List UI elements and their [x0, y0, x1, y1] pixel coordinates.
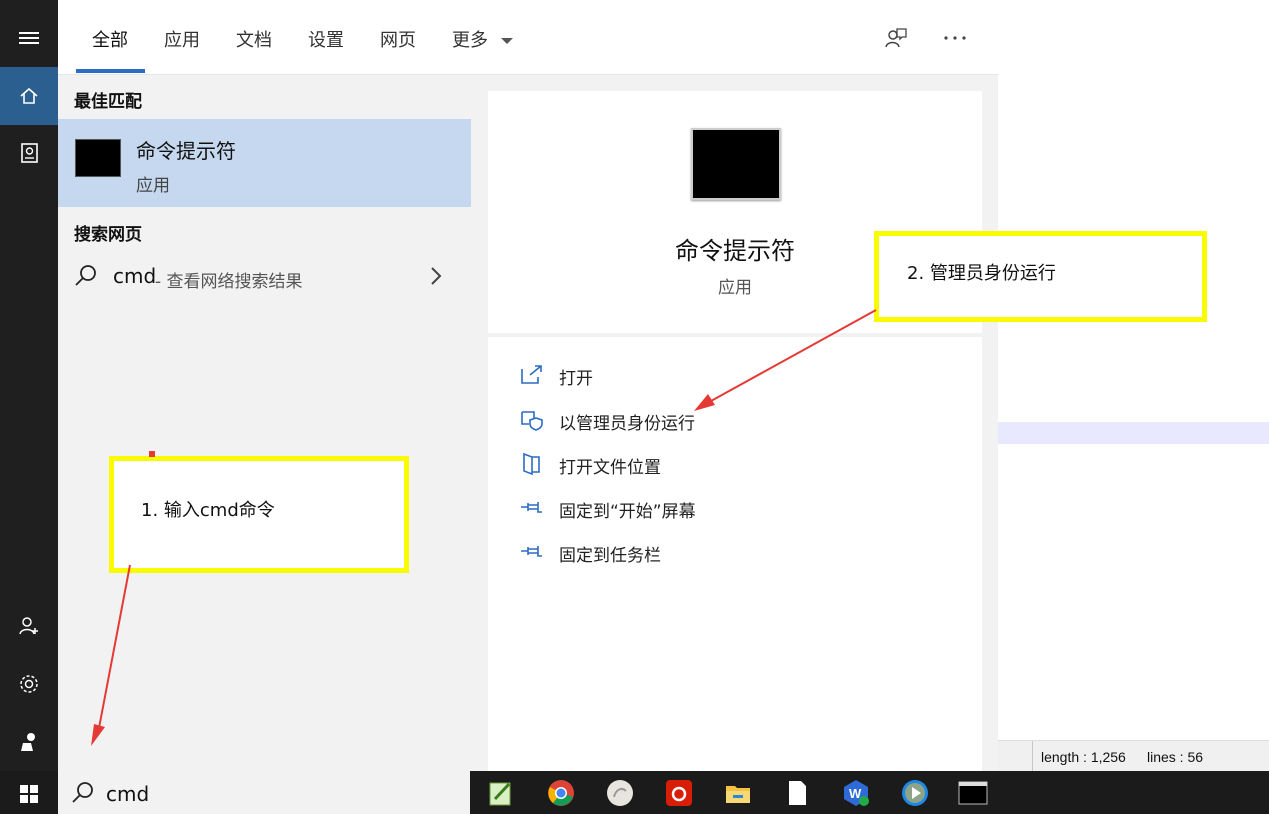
tab-apps[interactable]: 应用: [164, 26, 200, 52]
home-icon[interactable]: [0, 67, 58, 125]
cmd-app-icon: [75, 139, 121, 177]
tab-more[interactable]: 更多: [452, 26, 514, 52]
user-icon[interactable]: [0, 713, 58, 771]
action-open-label: 打开: [559, 369, 593, 389]
wps-icon[interactable]: W: [840, 777, 872, 809]
tab-documents[interactable]: 文档: [236, 26, 272, 52]
best-match-subtitle: 应用: [136, 176, 170, 196]
action-open-file-location[interactable]: 打开文件位置: [488, 447, 982, 481]
web-query-suffix: - 查看网络搜索结果: [155, 272, 303, 292]
netease-music-icon[interactable]: [663, 777, 695, 809]
best-match-item[interactable]: 命令提示符 应用: [58, 119, 471, 207]
chrome-icon[interactable]: [545, 777, 577, 809]
editor-status-bar: length : 1,256 lines : 56: [998, 740, 1269, 772]
terminal-icon[interactable]: [957, 777, 989, 809]
taskbar-search-box[interactable]: cmd: [58, 771, 470, 814]
pin-icon: [521, 502, 542, 513]
action-pin-to-taskbar-label: 固定到任务栏: [559, 546, 661, 566]
active-tab-indicator: [76, 69, 145, 73]
web-search-heading: 搜索网页: [74, 225, 142, 245]
annotation-note-1: 1. 输入cmd命令: [109, 456, 409, 573]
results-panel: 最佳匹配 命令提示符 应用 搜索网页 cmd - 查看网络搜索结果: [58, 75, 471, 771]
best-match-title: 命令提示符: [136, 139, 236, 163]
media-player-icon[interactable]: [899, 777, 931, 809]
action-run-as-admin[interactable]: 以管理员身份运行: [488, 403, 982, 437]
more-icon[interactable]: [943, 34, 967, 42]
detail-actions: 打开 以管理员身份运行 打开文件位置 固定到“开始”屏幕 固定到任务栏: [488, 337, 982, 771]
cmd-app-icon-large: [691, 128, 781, 200]
app-icon[interactable]: [604, 777, 636, 809]
background-editor-window: length : 1,256 lines : 56: [998, 0, 1269, 772]
annotation-note-1-text: 1. 输入cmd命令: [141, 500, 275, 521]
annotation-note-2-text: 2. 管理员身份运行: [907, 263, 1056, 284]
search-input-value: cmd: [106, 782, 150, 806]
shield-icon: [521, 411, 543, 431]
settings-icon[interactable]: [0, 655, 58, 713]
notebook-icon[interactable]: [0, 124, 58, 182]
chevron-right-icon: [431, 267, 442, 285]
hamburger-icon[interactable]: [0, 9, 58, 67]
chevron-down-icon: [500, 38, 513, 44]
annotation-note-2: 2. 管理员身份运行: [874, 231, 1207, 322]
open-icon: [521, 365, 542, 384]
feedback-icon[interactable]: [884, 26, 908, 50]
lines-readout: lines : 56: [1147, 749, 1204, 765]
length-readout: length : 1,256: [1041, 749, 1126, 765]
best-match-heading: 最佳匹配: [74, 92, 142, 112]
search-tab-bar: 全部 应用 文档 设置 网页 更多: [58, 0, 998, 75]
pin-icon: [521, 546, 542, 557]
search-icon: [72, 782, 93, 803]
file-explorer-icon[interactable]: [722, 777, 754, 809]
action-open[interactable]: 打开: [488, 358, 982, 392]
tab-more-label: 更多: [452, 30, 488, 51]
cursor-mark: [149, 451, 155, 457]
search-icon: [75, 265, 96, 286]
windows-start-icon[interactable]: [20, 785, 38, 803]
web-search-item[interactable]: cmd - 查看网络搜索结果: [58, 255, 471, 297]
tab-settings[interactable]: 设置: [308, 26, 344, 52]
taskbar: cmd W: [0, 771, 1269, 814]
document-icon[interactable]: [781, 777, 813, 809]
tab-web[interactable]: 网页: [380, 26, 416, 52]
account-add-icon[interactable]: [0, 597, 58, 655]
start-rail: [0, 0, 58, 771]
notepad-plus-icon[interactable]: [485, 777, 517, 809]
action-pin-to-start-label: 固定到“开始”屏幕: [559, 502, 696, 522]
tab-all[interactable]: 全部: [92, 26, 128, 52]
action-pin-to-taskbar[interactable]: 固定到任务栏: [488, 535, 982, 569]
web-query: cmd: [113, 264, 157, 288]
action-pin-to-start[interactable]: 固定到“开始”屏幕: [488, 491, 982, 525]
highlighted-line: [998, 422, 1269, 444]
action-run-as-admin-label: 以管理员身份运行: [559, 414, 695, 434]
folder-location-icon: [523, 452, 540, 476]
action-open-file-location-label: 打开文件位置: [559, 458, 661, 478]
